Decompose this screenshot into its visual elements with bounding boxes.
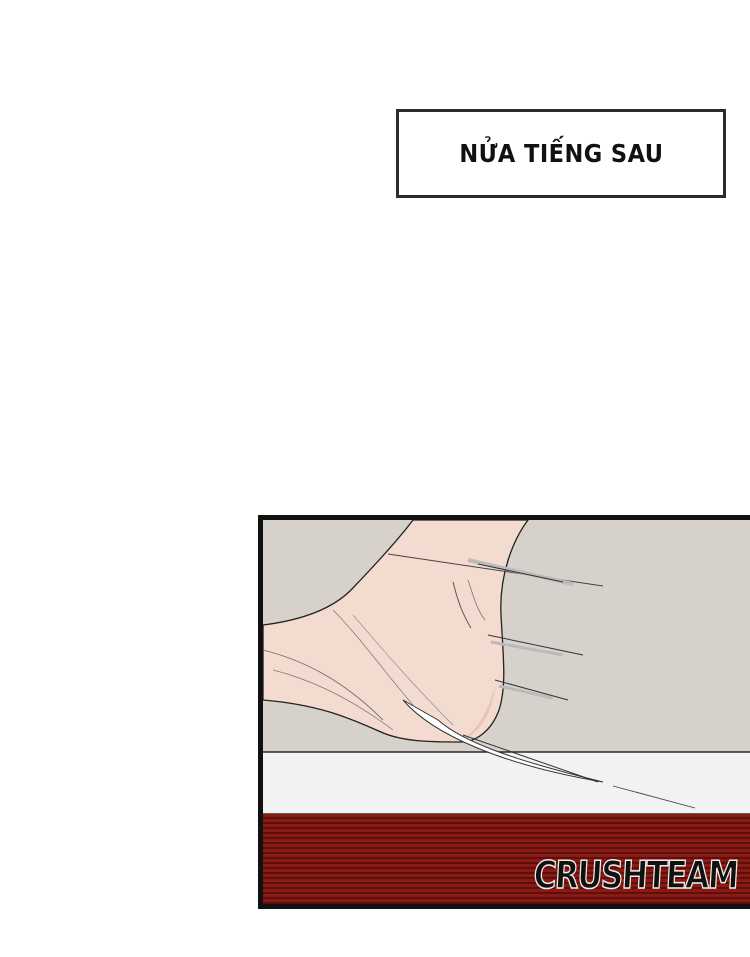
watermark: CRUSHTEAM [532,852,739,897]
comic-panel: CRUSHTEAM [258,515,750,909]
floor-strip [263,752,750,814]
foot-illustration [263,520,750,904]
caption-box: NỬA TIẾNG SAU [396,109,726,198]
caption-text: NỬA TIẾNG SAU [458,139,664,168]
